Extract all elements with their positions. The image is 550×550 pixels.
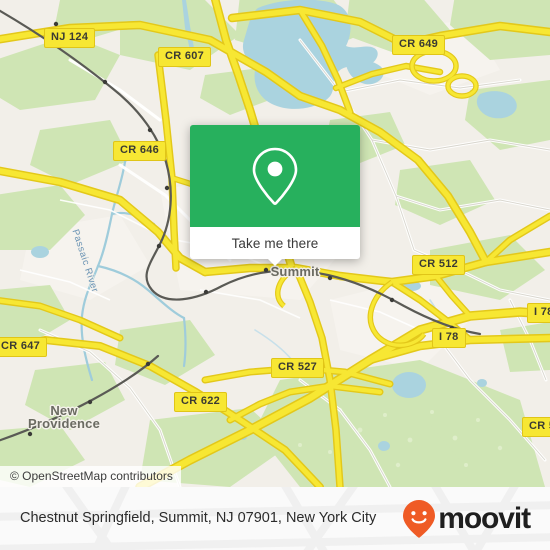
map-shield-cr-512: CR 512 bbox=[412, 255, 466, 275]
map-shield-cr-607: CR 607 bbox=[158, 47, 212, 67]
popup-pointer-triangle bbox=[268, 259, 282, 266]
popup-image-placeholder bbox=[190, 125, 360, 227]
take-me-there-label: Take me there bbox=[231, 235, 319, 251]
moovit-brand[interactable]: moovit bbox=[402, 499, 531, 539]
map-shield-i-78-east: I 78 bbox=[527, 303, 550, 323]
map-shield-cr-646: CR 646 bbox=[113, 141, 167, 161]
location-popup-card[interactable]: Take me there bbox=[190, 125, 360, 266]
map-pin-icon bbox=[252, 147, 298, 205]
map-attribution[interactable]: © OpenStreetMap contributors bbox=[0, 466, 181, 487]
map-shield-i-78: I 78 bbox=[432, 328, 466, 348]
moovit-map-screenshot: Summit New Providence Passaic River NJ 1… bbox=[0, 0, 550, 550]
map-shield-cr-647: CR 647 bbox=[0, 337, 48, 357]
map-shield-cr-649: CR 649 bbox=[392, 35, 446, 55]
footer-bar: Chestnut Springfield, Summit, NJ 07901, … bbox=[0, 487, 550, 550]
map-shield-cr-5: CR 5 bbox=[522, 417, 550, 437]
moovit-wordmark: moovit bbox=[438, 501, 531, 535]
map-shield-cr-527: CR 527 bbox=[271, 358, 325, 378]
moovit-smiley-pin-icon bbox=[403, 499, 436, 538]
take-me-there-button[interactable]: Take me there bbox=[190, 227, 360, 266]
location-title: Chestnut Springfield, Summit, NJ 07901, … bbox=[20, 510, 377, 526]
map-shield-cr-622: CR 622 bbox=[174, 392, 228, 412]
map-shield-nj-124: NJ 124 bbox=[44, 28, 96, 48]
